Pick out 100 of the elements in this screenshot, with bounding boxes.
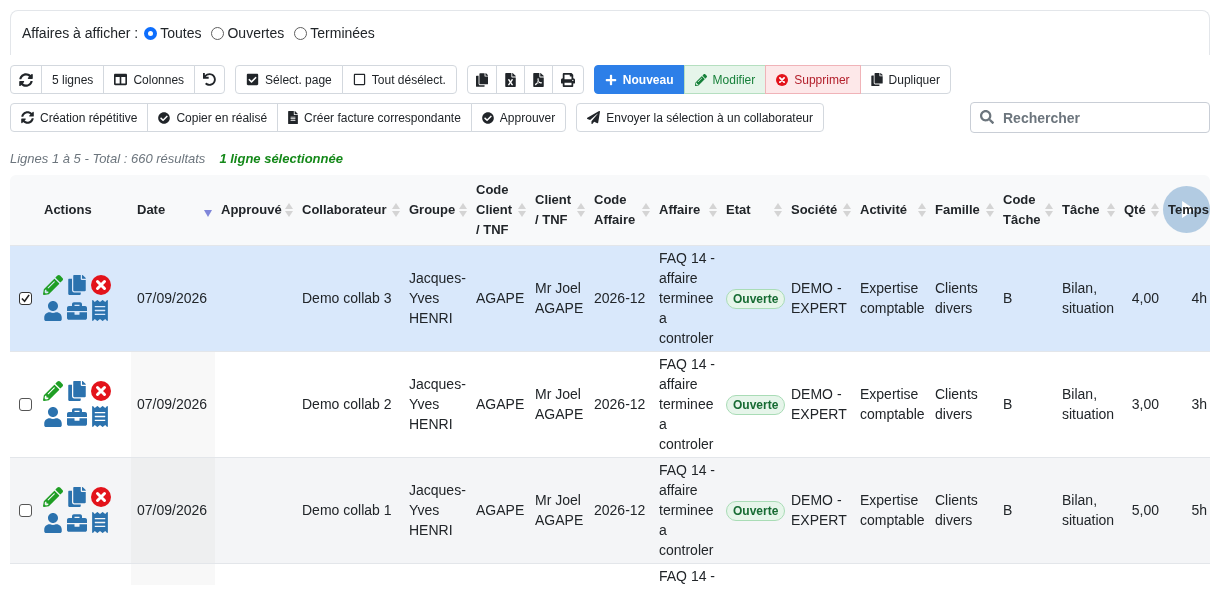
table-cell: Demo collab 1	[296, 457, 403, 563]
column-header[interactable]: Collaborateur	[296, 175, 403, 245]
pencil-icon[interactable]	[43, 275, 63, 295]
copy-to-done-button[interactable]: Copier en réalisé	[147, 103, 279, 132]
approve-button[interactable]: Approuver	[470, 103, 567, 132]
radio-option[interactable]: Toutes	[144, 22, 202, 44]
select-page-button[interactable]: Sélect. page	[235, 65, 343, 94]
columns-button[interactable]: Colonnes	[103, 65, 196, 94]
table-cell: 4,00	[1118, 245, 1162, 351]
table-cell: DEMO - EXPERT	[785, 457, 854, 563]
table-cell: Bilan, situation	[1056, 245, 1118, 351]
copy-button[interactable]	[466, 65, 497, 94]
table-cell: Demo collab 3	[296, 245, 403, 351]
table-cell: 2026-12	[588, 245, 653, 351]
scroll-right-button[interactable]	[1163, 186, 1210, 233]
column-header[interactable]: Code Affaire	[588, 175, 653, 245]
column-header[interactable]: Client / TNF	[529, 175, 588, 245]
column-header: Actions	[38, 175, 131, 245]
user-icon[interactable]	[43, 512, 63, 533]
reset-button[interactable]	[194, 65, 226, 94]
row-checkbox[interactable]	[19, 397, 32, 411]
repeat-create-button[interactable]: Création répétitive	[10, 103, 149, 132]
print-button[interactable]	[551, 65, 584, 94]
table-cell: Clients divers	[929, 457, 997, 563]
x-circle-icon[interactable]	[91, 381, 111, 401]
table-cell: Demo collab 2	[296, 351, 403, 457]
refresh-icon	[21, 111, 34, 124]
copy-icon[interactable]	[67, 381, 87, 401]
briefcase-icon[interactable]	[67, 406, 87, 427]
table-cell: 07/09/2026	[131, 245, 215, 351]
document-icon	[288, 111, 299, 124]
column-header[interactable]: Activité	[854, 175, 929, 245]
column-header[interactable]: Etat	[720, 175, 785, 245]
table-cell: Bilan, situation	[1056, 457, 1118, 563]
pencil-icon[interactable]	[43, 487, 63, 507]
search-field[interactable]: Rechercher	[970, 102, 1210, 133]
create-invoice-button[interactable]: Créer facture correspondante	[277, 103, 472, 132]
refresh-button[interactable]	[10, 65, 42, 94]
excel-export-button[interactable]	[495, 65, 525, 94]
table-cell: 07/09/2026	[131, 457, 215, 563]
column-header[interactable]: Tâche	[1056, 175, 1118, 245]
search-icon	[980, 110, 994, 124]
receipt-icon[interactable]	[91, 512, 109, 533]
pencil-icon[interactable]	[43, 381, 63, 401]
copy-icon[interactable]	[67, 275, 87, 295]
table-cell: Clients divers	[929, 351, 997, 457]
paper-plane-icon	[587, 111, 601, 124]
selection-count: 1 ligne sélectionnée	[219, 150, 343, 169]
radio-option[interactable]: Terminées	[294, 22, 375, 44]
column-header[interactable]: Affaire	[653, 175, 720, 245]
table-cell: AGAPE	[470, 351, 529, 457]
briefcase-icon[interactable]	[67, 300, 87, 321]
column-header[interactable]: Société	[785, 175, 854, 245]
receipt-icon[interactable]	[91, 406, 109, 427]
pdf-export-button[interactable]	[523, 65, 553, 94]
column-header[interactable]: Famille	[929, 175, 997, 245]
table-row[interactable]: FAQ 14 -	[10, 563, 1210, 585]
table-cell: Mr Joel AGAPE	[529, 245, 588, 351]
deselect-all-button[interactable]: Tout désélect.	[341, 65, 457, 94]
checkbox-icon	[246, 73, 260, 86]
edit-button[interactable]: Modifier	[683, 65, 767, 94]
refresh-icon	[19, 72, 33, 87]
table-cell: FAQ 14 -	[653, 563, 720, 585]
table-cell: Expertise comptable	[854, 245, 929, 351]
pencil-icon	[694, 73, 707, 86]
table-cell: Expertise comptable	[854, 351, 929, 457]
column-header[interactable]: Code Tâche	[997, 175, 1056, 245]
column-header[interactable]: Qté	[1118, 175, 1162, 245]
x-circle-icon[interactable]	[91, 487, 111, 507]
column-header[interactable]: Approuvé	[215, 175, 296, 245]
page-size-button[interactable]: 5 lignes	[41, 65, 105, 94]
user-icon[interactable]	[43, 406, 63, 427]
send-selection-button[interactable]: Envoyer la sélection à un collaborateur	[576, 103, 825, 132]
x-circle-icon	[776, 73, 789, 86]
copy-icon[interactable]	[67, 487, 87, 507]
delete-button[interactable]: Supprimer	[765, 65, 861, 94]
copy-icon	[475, 72, 488, 87]
table-cell: Mr Joel AGAPE	[529, 457, 588, 563]
table-cell: B	[997, 351, 1056, 457]
status-badge: Ouverte	[726, 395, 786, 415]
radio-option[interactable]: Ouvertes	[211, 22, 285, 44]
user-icon[interactable]	[43, 300, 63, 321]
x-circle-icon[interactable]	[91, 275, 111, 295]
table-cell: Clients divers	[929, 245, 997, 351]
duplicate-button[interactable]: Dupliquer	[859, 65, 951, 94]
status-badge: Ouverte	[726, 501, 786, 521]
copy-icon	[870, 73, 883, 86]
row-checkbox[interactable]	[19, 503, 32, 517]
results-summary: Lignes 1 à 5 - Total : 660 résultats	[10, 150, 206, 169]
briefcase-icon[interactable]	[67, 512, 87, 533]
filter-label: Affaires à afficher :	[22, 23, 139, 43]
new-button[interactable]: Nouveau	[593, 65, 685, 94]
column-header[interactable]: Groupe	[403, 175, 470, 245]
column-header[interactable]: Date	[131, 175, 215, 245]
receipt-icon[interactable]	[91, 300, 109, 321]
table-cell: AGAPE	[470, 245, 529, 351]
table-cell: 3,00	[1118, 351, 1162, 457]
table-cell: B	[997, 245, 1056, 351]
column-header[interactable]: Code Client / TNF	[470, 175, 529, 245]
row-checkbox[interactable]	[19, 291, 32, 305]
